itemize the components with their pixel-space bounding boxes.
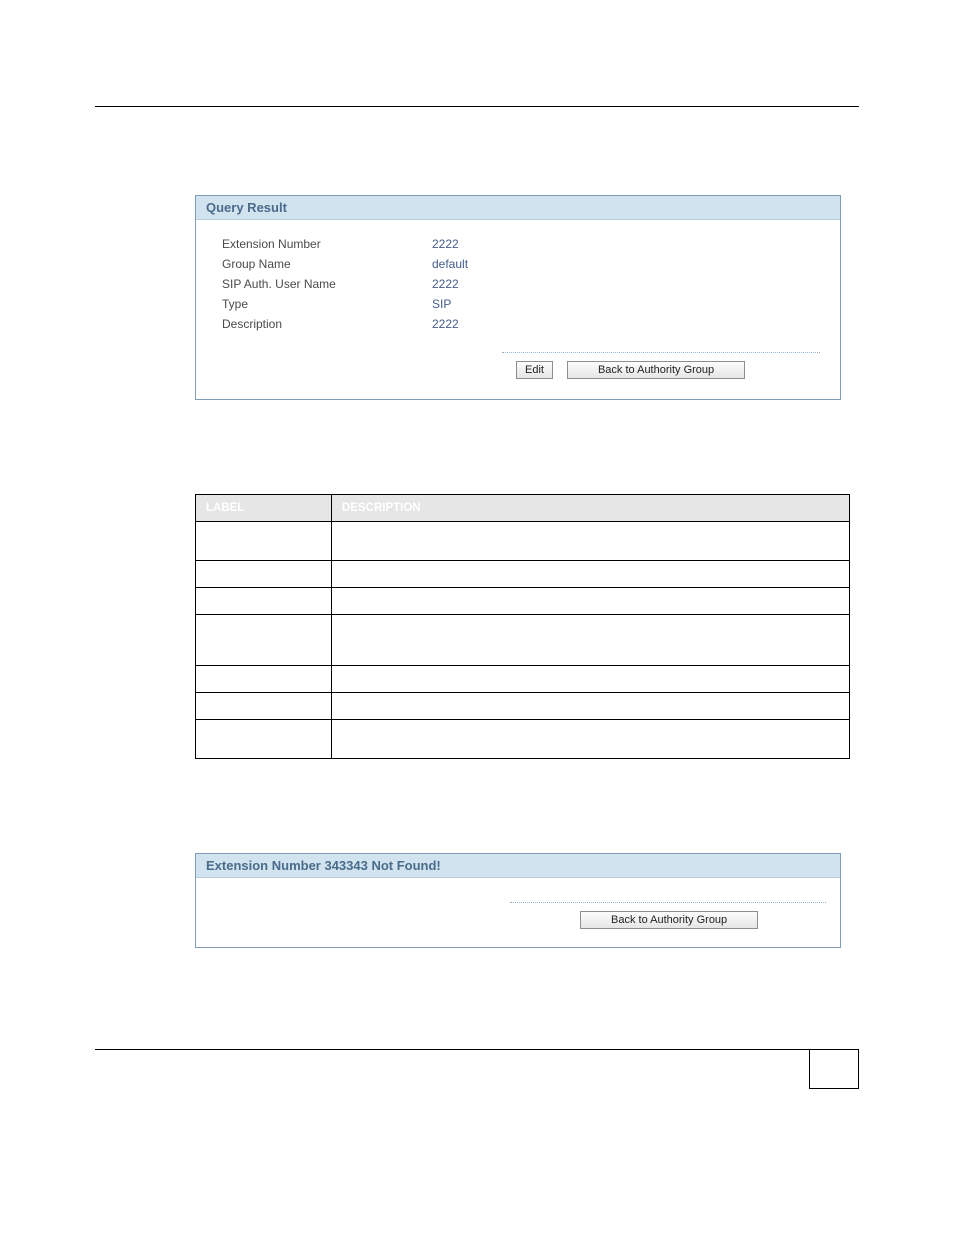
row-sip-auth: SIP Auth. User Name 2222: [222, 274, 820, 294]
panel2-divider: [510, 902, 826, 903]
label-group-name: Group Name: [222, 257, 432, 271]
table-row: Description This field displays addition…: [196, 666, 850, 693]
panel-title: Query Result: [196, 196, 840, 220]
header-rule: [95, 106, 859, 107]
table-row: Group Name This field displays the name …: [196, 561, 850, 588]
page-footer: IPPBX2000 User's Guide 135: [95, 1049, 859, 1089]
footer-doc-title: IPPBX2000 User's Guide: [95, 1056, 241, 1071]
label-description: Description: [222, 317, 432, 331]
figure-caption-2: Figure 75 The Extension Not Found Screen: [100, 828, 859, 843]
value-type: SIP: [432, 297, 451, 311]
panel2-title: Extension Number 343343 Not Found!: [196, 854, 840, 878]
not-found-panel: Extension Number 343343 Not Found! Back …: [195, 853, 841, 948]
page-number: 135: [809, 1049, 859, 1089]
back-to-authority-button-2[interactable]: Back to Authority Group: [580, 911, 758, 929]
closing-paragraph: Click Back to Authority Group to return …: [95, 978, 859, 999]
label-type: Type: [222, 297, 432, 311]
row-extension-number: Extension Number 2222: [222, 234, 820, 254]
cell-label: Group Name: [196, 561, 332, 588]
th-description: DESCRIPTION: [332, 495, 850, 522]
cell-label: Extension Number: [196, 522, 332, 561]
row-description: Description 2222: [222, 314, 820, 334]
th-label: LABEL: [196, 495, 332, 522]
intro-paragraph: Otherwise, if an extension exists, the f…: [95, 131, 859, 152]
table-caption: Table 45 The Query Result Screen: [100, 471, 859, 486]
table-row: Extension Number This field displays the…: [196, 522, 850, 561]
value-extension-number: 2222: [432, 237, 459, 251]
cell-desc: This field displays the SIP user name of…: [332, 588, 850, 615]
label-sip-auth: SIP Auth. User Name: [222, 277, 432, 291]
table-row: Back to Authority Group Click to return …: [196, 720, 850, 759]
label-extension-number: Extension Number: [222, 237, 432, 251]
row-group-name: Group Name default: [222, 254, 820, 274]
table-row: Edit Click to go to a screen to change t…: [196, 693, 850, 720]
row-type: Type SIP: [222, 294, 820, 314]
cell-desc: Click to go to a screen to change the ex…: [332, 693, 850, 720]
cell-desc: This field displays additional informati…: [332, 666, 850, 693]
table-row: SIP Auth. User Name This field displays …: [196, 588, 850, 615]
cell-label: SIP Auth. User Name: [196, 588, 332, 615]
chapter-header: Chapter 10 Extension Management: [95, 40, 859, 56]
cell-desc: Click to return to the screen where you …: [332, 720, 850, 759]
value-description: 2222: [432, 317, 459, 331]
description-table: LABEL DESCRIPTION Extension Number This …: [195, 494, 850, 759]
cell-label: Edit: [196, 693, 332, 720]
table-row: Type This field displays the type of the…: [196, 615, 850, 666]
value-group-name: default: [432, 257, 468, 271]
table-intro-text: The following table describes the labels…: [95, 440, 859, 461]
cell-label: Type: [196, 615, 332, 666]
cell-label: Back to Authority Group: [196, 720, 332, 759]
panel2-intro: If the extension is not part of any auth…: [95, 797, 859, 818]
cell-label: Description: [196, 666, 332, 693]
query-result-panel: Query Result Extension Number 2222 Group…: [195, 195, 841, 400]
cell-desc: This field displays the name of the auth…: [332, 561, 850, 588]
figure-caption-1: Figure 74 The Query Result Screen: [100, 170, 859, 185]
value-sip-auth: 2222: [432, 277, 459, 291]
cell-desc: This field displays the extension number…: [332, 522, 850, 561]
cell-desc: This field displays the type of the exte…: [332, 615, 850, 666]
back-to-authority-button[interactable]: Back to Authority Group: [567, 361, 745, 379]
edit-button[interactable]: Edit: [516, 361, 553, 379]
panel-divider: [502, 352, 820, 353]
